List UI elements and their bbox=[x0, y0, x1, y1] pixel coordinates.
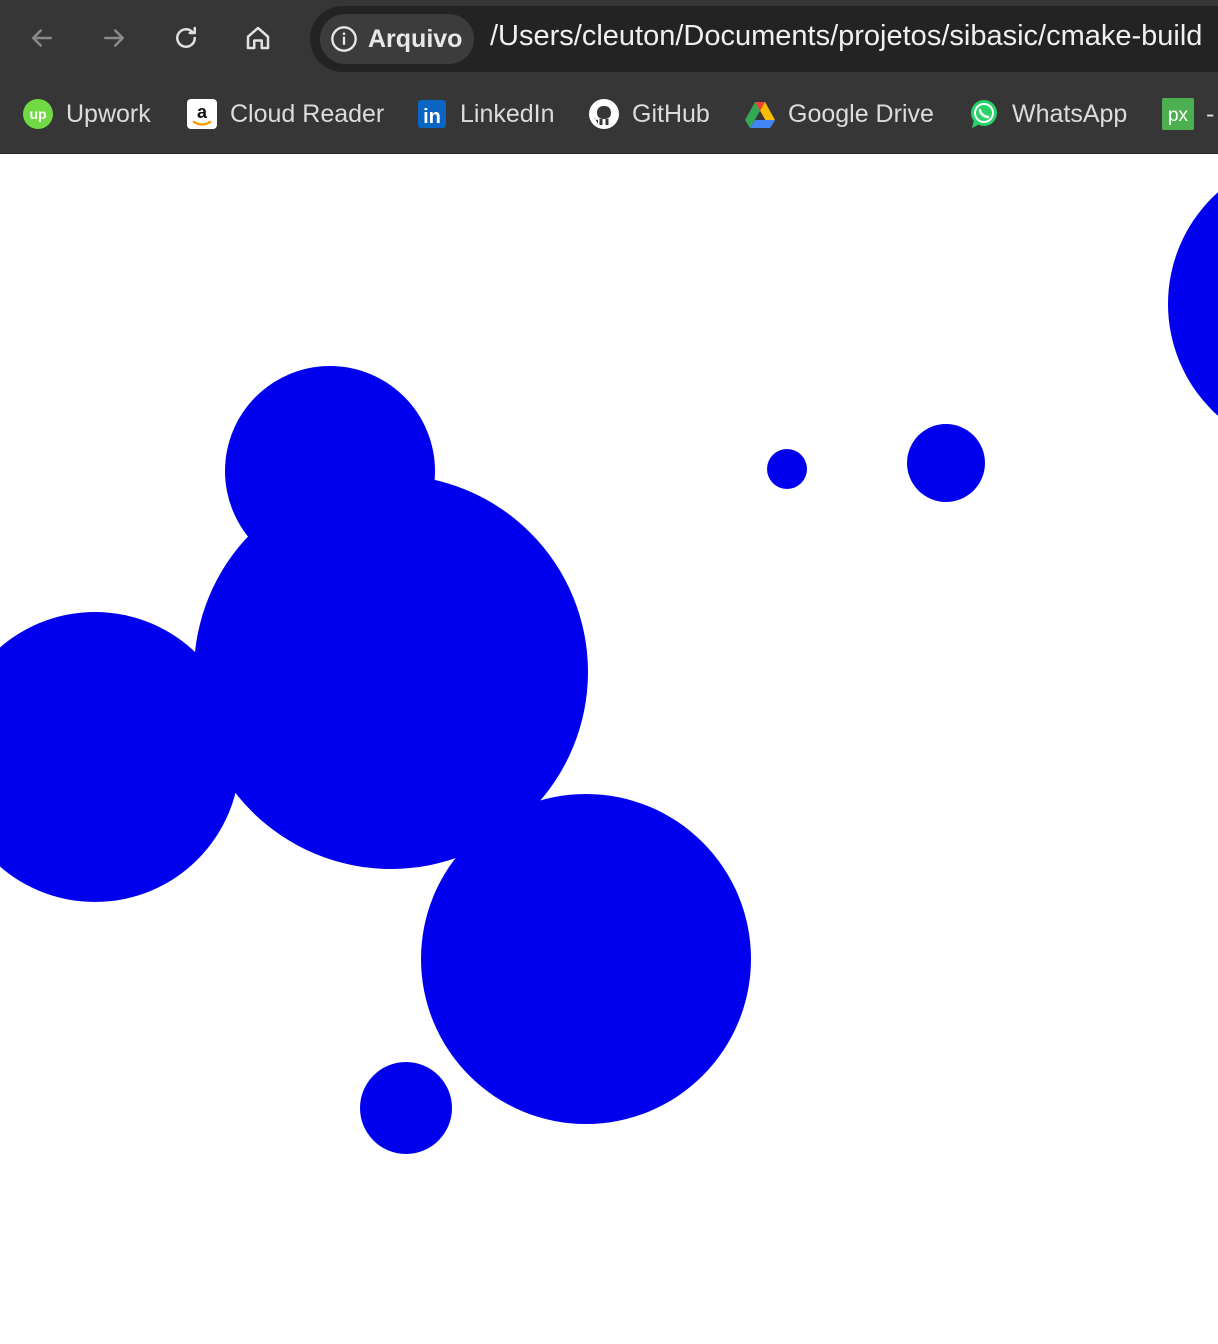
site-info-chip[interactable]: Arquivo bbox=[320, 14, 474, 64]
github-icon bbox=[588, 98, 620, 130]
svg-text:in: in bbox=[423, 106, 441, 128]
forward-icon bbox=[104, 29, 124, 47]
bookmark-cloud-reader[interactable]: a Cloud Reader bbox=[186, 94, 384, 134]
address-bar[interactable]: Arquivo /Users/cleuton/Documents/projeto… bbox=[310, 6, 1218, 72]
linkedin-icon: in bbox=[416, 98, 448, 130]
circle-shape bbox=[421, 794, 751, 1124]
bookmark-label: Cloud Reader bbox=[230, 99, 385, 128]
bookmark-linkedin[interactable]: in LinkedIn bbox=[416, 94, 555, 134]
back-icon bbox=[32, 29, 52, 47]
page-canvas bbox=[0, 154, 1218, 1344]
upwork-icon: up bbox=[22, 98, 54, 130]
info-icon bbox=[331, 26, 357, 52]
back-button[interactable] bbox=[20, 16, 64, 60]
bookmark-whatsapp[interactable]: WhatsApp bbox=[968, 94, 1127, 134]
url-text[interactable]: /Users/cleuton/Documents/projetos/sibasi… bbox=[490, 20, 1202, 53]
bookmark-upwork[interactable]: up Upwork bbox=[22, 94, 151, 134]
bookmark-label: Google Drive bbox=[788, 99, 934, 128]
reload-button[interactable] bbox=[164, 16, 208, 60]
circle-shape bbox=[360, 1062, 452, 1154]
bookmark-px[interactable]: px - bbox=[1162, 94, 1214, 134]
amazon-icon: a bbox=[186, 98, 218, 130]
google-drive-icon bbox=[744, 98, 776, 130]
bookmark-label: Upwork bbox=[66, 99, 151, 128]
reload-icon bbox=[176, 26, 196, 48]
svg-text:up: up bbox=[29, 106, 46, 122]
forward-button[interactable] bbox=[92, 16, 136, 60]
circle-shape bbox=[1168, 192, 1218, 416]
bookmark-google-drive[interactable]: Google Drive bbox=[744, 94, 934, 134]
bookmarks-bar: up Upwork a Cloud Reader in LinkedIn Git… bbox=[0, 78, 1218, 154]
home-icon bbox=[246, 26, 270, 50]
site-chip-label: Arquivo bbox=[368, 24, 463, 53]
bookmark-label: WhatsApp bbox=[1012, 99, 1128, 128]
bookmark-label: GitHub bbox=[632, 99, 710, 128]
circle-shape bbox=[767, 449, 807, 489]
whatsapp-icon bbox=[968, 98, 1000, 130]
bookmark-github[interactable]: GitHub bbox=[588, 94, 710, 134]
bookmark-label: LinkedIn bbox=[460, 99, 555, 128]
circle-shape bbox=[907, 424, 985, 502]
bookmark-label: - bbox=[1206, 99, 1215, 128]
svg-text:px: px bbox=[1168, 105, 1189, 126]
browser-toolbar: Arquivo /Users/cleuton/Documents/projeto… bbox=[0, 0, 1218, 78]
home-button[interactable] bbox=[236, 16, 280, 60]
circles-drawing bbox=[0, 192, 1218, 1154]
px-icon: px bbox=[1162, 98, 1194, 130]
svg-text:a: a bbox=[197, 102, 208, 122]
